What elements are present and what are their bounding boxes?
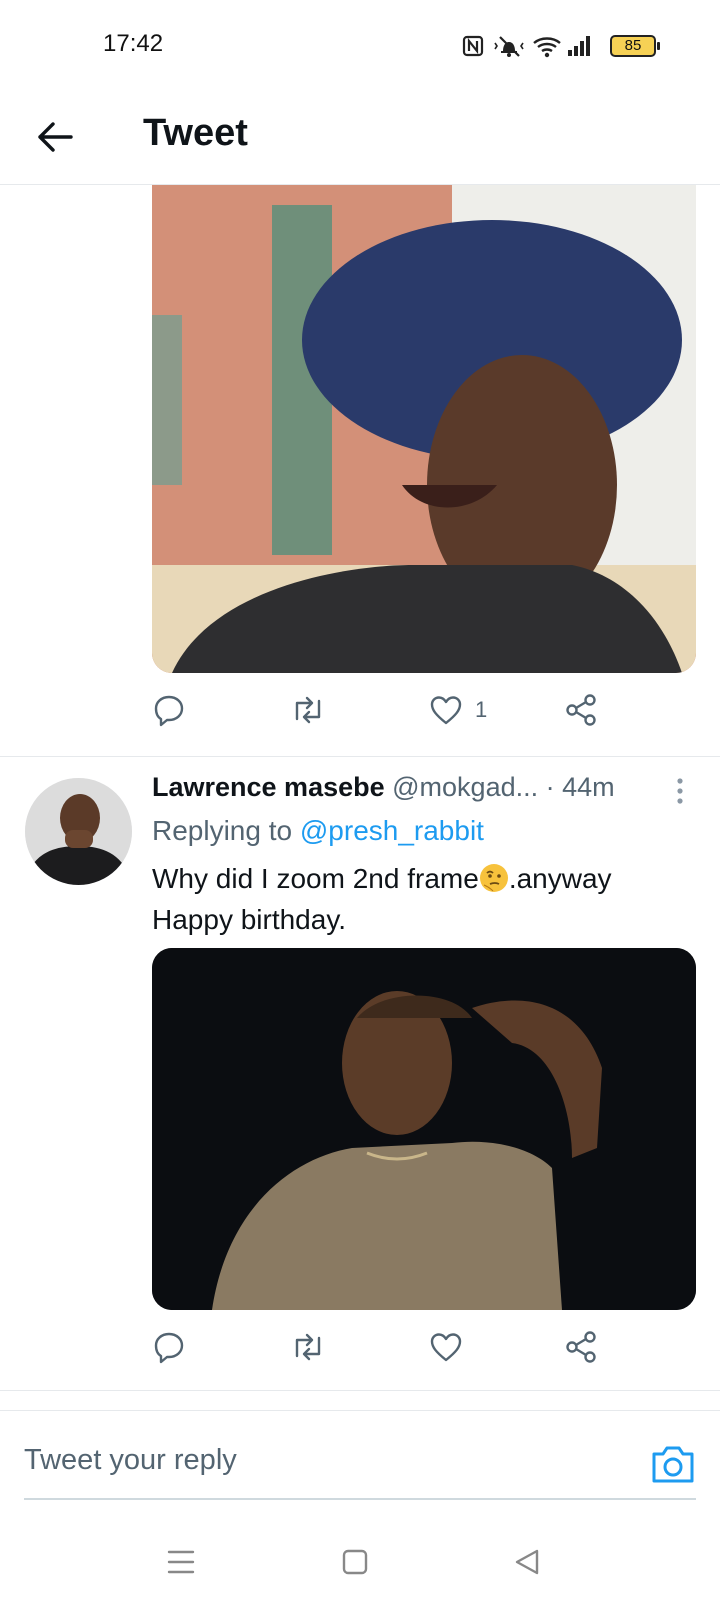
tweet-time[interactable]: 44m	[562, 772, 615, 802]
tweet-photo[interactable]	[152, 948, 696, 1310]
page-title: Tweet	[143, 112, 248, 154]
heart-icon	[430, 696, 462, 725]
arrow-left-icon	[38, 122, 73, 152]
tweet-text-line2: Happy birthday.	[152, 904, 347, 935]
thinking-face-emoji-icon	[479, 864, 508, 892]
nfc-icon	[462, 35, 484, 57]
retweet-button[interactable]	[289, 688, 327, 732]
retweet-icon	[295, 1333, 321, 1361]
more-options-button[interactable]	[670, 776, 690, 806]
back-button[interactable]	[30, 112, 80, 162]
status-icons	[462, 34, 592, 58]
tweet-actions	[152, 1325, 632, 1369]
share-icon	[566, 694, 596, 726]
heart-icon	[430, 1333, 462, 1362]
square-icon	[342, 1549, 368, 1575]
avatar[interactable]	[25, 778, 132, 885]
replying-prefix: Replying to	[152, 815, 300, 846]
like-button[interactable]: 1	[429, 688, 487, 732]
battery-icon: 85	[610, 35, 660, 57]
replying-to: Replying to @presh_rabbit	[152, 815, 484, 847]
wifi-icon	[533, 37, 561, 58]
share-button[interactable]	[564, 1325, 598, 1369]
reply-input[interactable]	[24, 1440, 584, 1480]
separator: ·	[538, 772, 563, 802]
menu-lines-icon	[167, 1550, 195, 1574]
top-app-bar: Tweet	[0, 90, 720, 185]
recents-button[interactable]	[161, 1542, 201, 1582]
mention-link[interactable]: @presh_rabbit	[300, 815, 484, 846]
system-nav-bar	[0, 1520, 720, 1600]
reply-button[interactable]	[152, 688, 186, 732]
cell-signal-icon	[568, 36, 590, 56]
author-handle[interactable]: @mokgad...	[392, 772, 538, 802]
camera-icon	[652, 1446, 694, 1483]
more-vertical-icon	[677, 778, 683, 804]
comment-icon	[154, 695, 184, 727]
triangle-back-icon	[515, 1549, 539, 1575]
share-button[interactable]	[564, 688, 598, 732]
tweet-text: Why did I zoom 2nd frame .anyway Happy b…	[152, 858, 692, 940]
home-button[interactable]	[335, 1542, 375, 1582]
system-back-button[interactable]	[507, 1542, 547, 1582]
tweet-actions: 1	[152, 688, 632, 732]
tweet-text-part1: Why did I zoom 2nd frame	[152, 863, 479, 894]
like-button[interactable]	[429, 1325, 463, 1369]
author-name[interactable]: Lawrence masebe	[152, 772, 385, 802]
camera-button[interactable]	[650, 1442, 696, 1486]
share-icon	[566, 1331, 596, 1363]
tweet-divider	[0, 1390, 720, 1391]
retweet-icon	[295, 696, 321, 724]
vibrate-off-icon	[494, 36, 524, 57]
comment-icon	[154, 1332, 184, 1364]
reply-input-underline	[24, 1498, 696, 1500]
reply-button[interactable]	[152, 1325, 186, 1369]
like-count: 1	[475, 697, 488, 722]
tweet-divider	[0, 756, 720, 757]
retweet-button[interactable]	[289, 1325, 327, 1369]
status-bar: 17:42 85	[0, 0, 720, 90]
tweet-text-part2: .anyway	[508, 863, 612, 894]
tweet-header: Lawrence masebe @mokgad... · 44m	[152, 772, 692, 812]
status-time: 17:42	[103, 30, 164, 57]
tweet-photo[interactable]	[152, 185, 696, 673]
